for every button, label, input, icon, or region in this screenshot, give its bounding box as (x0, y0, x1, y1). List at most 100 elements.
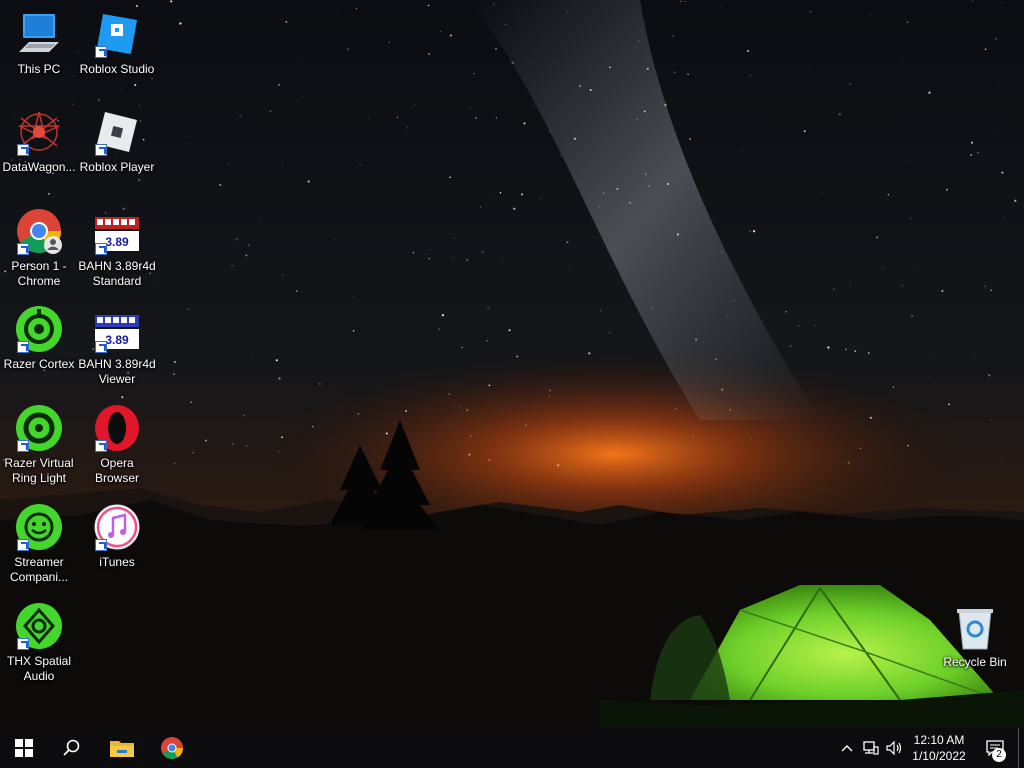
star (338, 12, 339, 14)
star (667, 183, 669, 185)
shortcut-arrow-icon (17, 144, 29, 156)
show-desktop-button[interactable] (1018, 728, 1024, 768)
star (278, 83, 281, 86)
star (567, 10, 569, 12)
star (245, 254, 248, 257)
desktop-icon-razer-cortex[interactable]: Razer Cortex (0, 305, 78, 372)
desktop-icon-thx-spatial-audio[interactable]: THX Spatial Audio (0, 602, 78, 684)
desktop-icon-recycle-bin[interactable]: Recycle Bin (936, 603, 1014, 670)
desktop-icon-roblox-studio[interactable]: Roblox Studio (78, 10, 156, 77)
star (269, 110, 272, 113)
volume-button[interactable] (884, 728, 906, 768)
show-hidden-icons-button[interactable] (838, 728, 856, 768)
star (307, 180, 310, 183)
desktop-icon-bahn-standard[interactable]: 3.89 BAHN 3.89r4d Standard (78, 207, 156, 289)
star (396, 116, 398, 118)
star (259, 222, 260, 224)
chrome-taskbar-button[interactable] (148, 728, 196, 768)
clock-date: 1/10/2022 (912, 749, 966, 763)
notification-count-badge: 2 (992, 748, 1006, 762)
star (970, 141, 974, 144)
star (461, 346, 463, 348)
star (557, 464, 560, 467)
desktop-icon-itunes[interactable]: iTunes (78, 503, 156, 570)
star (643, 110, 646, 113)
action-center-button[interactable]: 2 (978, 728, 1012, 768)
search-icon (63, 739, 80, 756)
star (352, 330, 355, 332)
star (887, 194, 889, 196)
star (751, 437, 752, 439)
star (479, 206, 482, 208)
desktop-icon-streamer-companion[interactable]: Streamer Compani... (0, 503, 78, 585)
star (453, 257, 455, 259)
star (405, 410, 408, 412)
star (645, 173, 647, 175)
star (798, 325, 800, 327)
star (368, 117, 370, 119)
star (253, 226, 255, 228)
start-button[interactable] (0, 728, 48, 768)
shortcut-arrow-icon (95, 539, 107, 551)
shortcut-arrow-icon (17, 440, 29, 452)
star (486, 340, 488, 342)
star (412, 252, 415, 254)
star (673, 71, 676, 74)
star (228, 164, 230, 166)
desktop-icon-datawagon[interactable]: DataWagon... (0, 108, 78, 175)
desktop-icon-person1-chrome[interactable]: Person 1 - Chrome (0, 207, 78, 289)
star (540, 442, 542, 444)
star (245, 445, 247, 447)
star (911, 315, 913, 317)
star (634, 66, 635, 68)
star (634, 46, 635, 48)
desktop-icon-this-pc[interactable]: This PC (0, 10, 78, 77)
clock[interactable]: 12:10 AM 1/10/2022 (906, 728, 972, 768)
search-button[interactable] (48, 728, 96, 768)
star (469, 435, 472, 438)
star (460, 405, 462, 407)
star (505, 23, 507, 26)
shortcut-arrow-icon (95, 144, 107, 156)
star (335, 239, 337, 241)
star (47, 192, 50, 195)
star (190, 401, 192, 403)
star (892, 386, 895, 388)
network-button[interactable] (860, 728, 882, 768)
desktop-icon-bahn-viewer[interactable]: 3.89 BAHN 3.89r4d Viewer (78, 305, 156, 387)
star (927, 376, 929, 377)
star (803, 130, 806, 133)
star (466, 258, 469, 262)
icon-label: Opera Browser (94, 456, 139, 485)
star (945, 188, 949, 191)
icon-label: Roblox Player (79, 160, 155, 174)
icon-label: iTunes (99, 555, 135, 569)
star (359, 164, 361, 165)
star (174, 360, 176, 363)
star (120, 88, 122, 90)
star (910, 217, 912, 220)
star (559, 154, 561, 156)
star (438, 328, 441, 331)
star (638, 39, 640, 42)
star (588, 352, 591, 355)
computer-icon (19, 14, 59, 52)
star (219, 184, 222, 186)
icon-label: Streamer Compani... (9, 555, 69, 584)
star (928, 91, 931, 94)
desktop-icon-opera[interactable]: Opera Browser (78, 404, 156, 486)
star (426, 254, 428, 256)
desktop-icon-roblox-player[interactable]: Roblox Player (78, 108, 156, 175)
star (475, 117, 478, 120)
star (566, 241, 569, 244)
star (941, 289, 944, 293)
star (664, 103, 667, 107)
star (187, 308, 189, 310)
file-explorer-icon (110, 741, 134, 757)
chevron-up-icon (841, 745, 853, 752)
desktop-icon-razer-ring-light[interactable]: Razer Virtual Ring Light (0, 404, 78, 486)
star (172, 17, 174, 18)
star (282, 165, 284, 167)
file-explorer-button[interactable] (98, 728, 146, 768)
star (135, 5, 138, 7)
